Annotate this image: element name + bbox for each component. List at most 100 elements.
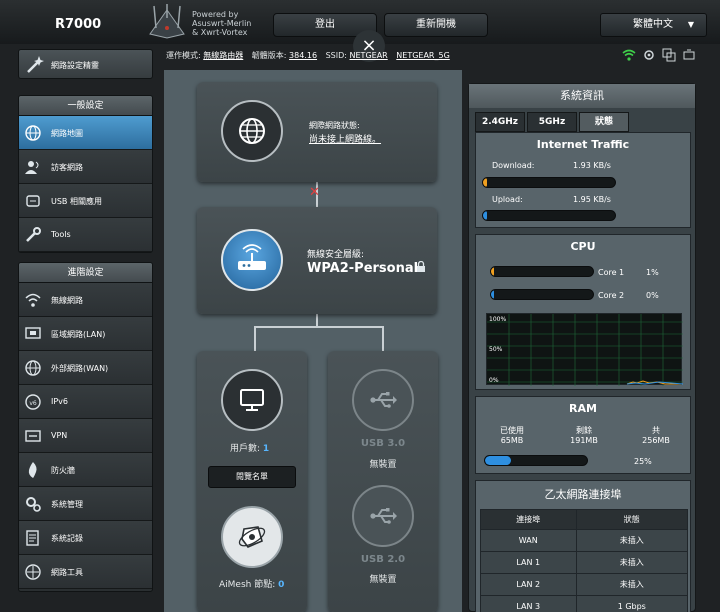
sidebar-item-network-tools[interactable]: 網路工具 — [19, 555, 152, 589]
cpu-graph-label-50: 50% — [489, 346, 503, 353]
settings-icon[interactable] — [642, 47, 656, 61]
status-line: 運作模式: 無線路由器 韌體版本: 384.16 SSID: NETGEAR N… — [166, 50, 456, 64]
download-bar-fill — [483, 178, 487, 187]
sidebar-item-lan[interactable]: 區域網路(LAN) — [19, 317, 152, 351]
ssid-5g-link[interactable]: NETGEAR_5G — [396, 51, 450, 60]
table-header-row: 連接埠 狀態 — [480, 509, 689, 530]
admin-icon — [26, 497, 41, 512]
ram-free-value: 191MB — [570, 436, 598, 445]
usb-icon — [26, 195, 40, 207]
network-map: ✕ 網際網路狀態: 尚未接上網路線。 無線安全層級: WPA2-Personal… — [164, 70, 462, 612]
upload-label: Upload: — [492, 195, 523, 204]
aimesh-count[interactable]: 0 — [278, 580, 284, 590]
ram-used-label: 已使用 — [500, 426, 524, 435]
internet-status-value[interactable]: 尚未接上網路線。 — [309, 132, 381, 145]
firmware-label: 韌體版本: — [251, 51, 287, 60]
cpu-box: CPU Core 1 1% Core 2 0% 100% 50% 0% — [475, 234, 691, 390]
cpu-title: CPU — [570, 240, 596, 253]
client-list-button[interactable]: 閱覽名單 — [208, 466, 296, 488]
ssid-24-link[interactable]: NETGEAR — [350, 51, 388, 60]
powered-by-text: Powered by Asuswrt-Merlin & Xwrt-Vortex — [192, 10, 251, 37]
sidebar-item-label: 訪客網路 — [51, 163, 83, 172]
firewall-icon — [28, 462, 37, 478]
wireless-security-label: 無線安全層級: — [307, 250, 365, 260]
sidebar-item-firewall[interactable]: 防火牆 — [19, 453, 152, 487]
aimesh-label: AiMesh 節點: — [219, 580, 276, 590]
language-select[interactable]: 繁體中文 ▼ — [600, 13, 707, 37]
general-settings-title: 一般設定 — [19, 96, 152, 116]
router-logo-icon — [149, 4, 185, 39]
cpu-graph-label-100: 100% — [489, 316, 507, 323]
usb-icon — [370, 508, 397, 524]
router-status-button[interactable] — [221, 229, 283, 291]
sidebar-item-tools[interactable]: Tools — [19, 218, 152, 252]
cpu-graph-grid — [487, 314, 684, 386]
sidebar-item-label: 防火牆 — [51, 466, 75, 475]
sidebar-item-label: Tools — [51, 230, 71, 239]
sidebar-item-label: 區域網路(LAN) — [51, 330, 106, 339]
ram-bar — [484, 455, 588, 466]
usb3-button[interactable] — [352, 369, 414, 431]
advanced-settings-title: 進階設定 — [19, 263, 152, 283]
clients-count[interactable]: 1 — [263, 444, 269, 454]
table-row: LAN 2 未插入 — [480, 573, 689, 596]
ipv6-icon: v6 — [25, 394, 41, 410]
wifi-icon[interactable] — [622, 47, 636, 61]
mode-link[interactable]: 無線路由器 — [203, 51, 243, 60]
tab-2-4ghz[interactable]: 2.4GHz — [475, 112, 525, 132]
sidebar-item-usb-apps[interactable]: USB 相關應用 — [19, 184, 152, 218]
quick-setup-button[interactable]: 網路設定精靈 — [18, 49, 153, 79]
core2-bar-fill — [491, 290, 495, 299]
internet-traffic-box: Internet Traffic Download: 1.93 KB/s Upl… — [475, 132, 691, 228]
port-status: 未插入 — [575, 551, 689, 574]
ram-used-value: 65MB — [500, 436, 524, 445]
connector-line — [316, 314, 318, 326]
tab-5ghz[interactable]: 5GHz — [527, 112, 577, 132]
powered-line-1: Powered by — [192, 10, 239, 19]
usb-card: USB 3.0 無裝置 USB 2.0 無裝置 — [328, 351, 438, 612]
usb-status-icon[interactable] — [682, 47, 696, 61]
cpu-graph: 100% 50% 0% — [486, 313, 684, 386]
lan-icon — [25, 327, 41, 339]
copy-icon[interactable] — [662, 47, 676, 62]
connector-line — [382, 326, 384, 351]
wireless-icon — [25, 293, 41, 307]
system-info-panel: 系統資訊 2.4GHz 5GHz 狀態 Internet Traffic Dow… — [468, 83, 696, 612]
sidebar-item-wan[interactable]: 外部網路(WAN) — [19, 351, 152, 385]
sidebar-item-network-map[interactable]: 網路地圖 — [19, 116, 152, 150]
internet-card[interactable]: 網際網路狀態: 尚未接上網路線。 — [197, 82, 437, 182]
core1-bar — [490, 266, 594, 277]
firmware-link[interactable]: 384.16 — [289, 51, 317, 60]
sidebar-item-ipv6[interactable]: v6 IPv6 — [19, 385, 152, 419]
sidebar-item-guest-network[interactable]: 訪客網路 — [19, 150, 152, 184]
port-status: 未插入 — [575, 529, 689, 552]
sidebar-item-administration[interactable]: 系統管理 — [19, 487, 152, 521]
clients-card: 用戶數: 1 閱覽名單 AiMesh 節點: 0 — [197, 351, 307, 612]
sidebar-item-wireless[interactable]: 無線網路 — [19, 283, 152, 317]
tab-status[interactable]: 狀態 — [579, 112, 629, 132]
clients-label: 用戶數: — [230, 444, 261, 454]
download-label: Download: — [492, 161, 535, 170]
status-icons — [622, 47, 702, 63]
core1-value: 1% — [646, 268, 659, 277]
powered-line-3: & Xwrt-Vortex — [192, 28, 248, 37]
usb2-button[interactable] — [352, 485, 414, 547]
guest-network-icon — [25, 161, 39, 174]
reboot-button[interactable]: 重新開機 — [384, 13, 488, 37]
clients-button[interactable] — [221, 369, 283, 431]
sidebar-item-vpn[interactable]: VPN — [19, 419, 152, 453]
aimesh-count-row: AiMesh 節點: 0 — [219, 577, 284, 590]
internet-status-button[interactable] — [221, 100, 283, 162]
vpn-icon — [25, 430, 41, 442]
ram-title: RAM — [569, 402, 597, 415]
port-status: 未插入 — [575, 573, 689, 596]
connector-line — [254, 326, 384, 328]
sidebar-item-label: 網路地圖 — [51, 129, 83, 138]
column-header-status: 狀態 — [575, 509, 689, 530]
aimesh-button[interactable] — [221, 506, 283, 568]
network-tools-icon — [25, 564, 41, 580]
sidebar-item-label: 系統管理 — [51, 500, 83, 509]
router-card[interactable]: 無線安全層級: WPA2-Personal — [197, 207, 437, 314]
table-row: LAN 1 未插入 — [480, 551, 689, 574]
sidebar-item-system-log[interactable]: 系統記錄 — [19, 521, 152, 555]
